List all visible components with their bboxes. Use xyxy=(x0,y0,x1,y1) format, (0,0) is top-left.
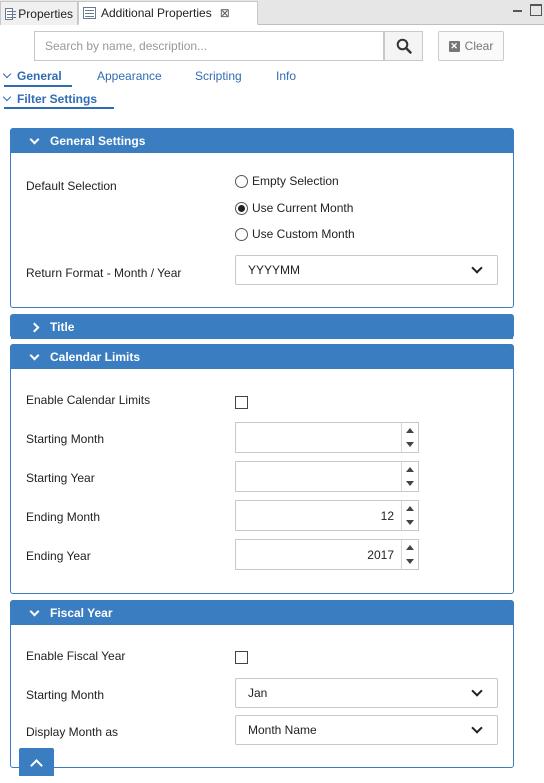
tab-properties-label: Properties xyxy=(18,6,73,21)
subtab-underline xyxy=(4,107,114,109)
tab-general-label: General xyxy=(17,69,62,83)
spin-up-icon[interactable] xyxy=(406,428,414,433)
enable-fiscal-year-checkbox[interactable] xyxy=(235,651,248,664)
general-settings-header[interactable]: General Settings xyxy=(11,129,513,153)
spinner-buttons xyxy=(401,501,418,530)
display-month-select[interactable]: Month Name xyxy=(235,715,498,745)
display-month-label: Display Month as xyxy=(26,725,119,739)
radio-use-custom-month[interactable]: Use Custom Month xyxy=(235,227,355,241)
close-tab-icon[interactable]: ⊠ xyxy=(220,6,230,20)
enable-calendar-limits-label: Enable Calendar Limits xyxy=(26,393,151,407)
tab-additional-properties[interactable]: Additional Properties ⊠ xyxy=(78,1,258,25)
radio-button[interactable] xyxy=(235,174,248,188)
radio-button[interactable] xyxy=(235,227,248,241)
ending-month-label: Ending Month xyxy=(26,510,101,524)
maximize-icon[interactable] xyxy=(530,4,542,16)
enable-fiscal-year-label: Enable Fiscal Year xyxy=(26,649,126,663)
subtab-filter-settings[interactable]: Filter Settings xyxy=(2,92,98,106)
title-panel-title: Title xyxy=(50,320,75,334)
fiscal-year-title: Fiscal Year xyxy=(50,606,113,620)
search-button[interactable] xyxy=(384,31,423,61)
ending-year-value: 2017 xyxy=(367,548,394,562)
ending-year-label: Ending Year xyxy=(26,549,91,563)
fiscal-starting-month-select[interactable]: Jan xyxy=(235,678,498,708)
search-icon xyxy=(396,38,412,54)
radio-empty-selection[interactable]: Empty Selection xyxy=(235,174,339,188)
default-selection-label: Default Selection xyxy=(26,179,117,193)
tab-properties[interactable]: Properties xyxy=(0,1,78,25)
spin-down-icon[interactable] xyxy=(406,559,414,564)
fiscal-year-panel: Fiscal Year Enable Fiscal Year Starting … xyxy=(10,600,514,768)
spinner-buttons xyxy=(401,540,418,569)
calendar-limits-header[interactable]: Calendar Limits xyxy=(11,345,513,369)
view-tab-bar: Properties Additional Properties ⊠ xyxy=(0,0,544,25)
chevron-down-icon xyxy=(471,722,483,734)
ending-year-spinner[interactable]: 2017 xyxy=(235,539,419,570)
radio-label: Use Custom Month xyxy=(252,227,355,241)
radio-label: Empty Selection xyxy=(252,174,339,188)
enable-calendar-limits-checkbox[interactable] xyxy=(235,396,248,409)
tab-appearance[interactable]: Appearance xyxy=(97,69,162,83)
radio-use-current-month[interactable]: Use Current Month xyxy=(235,201,353,215)
radio-label: Use Current Month xyxy=(252,201,354,215)
return-format-label: Return Format - Month / Year xyxy=(26,266,182,280)
subtab-filter-settings-label: Filter Settings xyxy=(17,92,98,106)
chevron-down-icon xyxy=(29,350,40,360)
chevron-down-icon xyxy=(2,92,12,102)
fiscal-starting-month-label: Starting Month xyxy=(26,688,105,702)
ending-month-value: 12 xyxy=(380,509,394,523)
return-format-select[interactable]: YYYYMM xyxy=(235,255,498,285)
chevron-down-icon xyxy=(29,606,40,616)
spin-down-icon[interactable] xyxy=(406,520,414,525)
spin-down-icon[interactable] xyxy=(406,481,414,486)
tab-general-underline xyxy=(4,85,72,87)
clear-label: Clear xyxy=(464,39,494,53)
title-panel: Title xyxy=(10,314,514,339)
tab-info[interactable]: Info xyxy=(276,69,296,83)
spin-up-icon[interactable] xyxy=(406,467,414,472)
spin-down-icon[interactable] xyxy=(406,442,414,447)
chevron-down-icon xyxy=(471,685,483,697)
chevron-right-icon xyxy=(29,322,40,332)
starting-month-spinner[interactable] xyxy=(235,422,419,453)
title-header[interactable]: Title xyxy=(11,315,513,339)
return-format-value: YYYYMM xyxy=(248,263,301,277)
chevron-down-icon xyxy=(2,69,12,79)
properties-view-icon xyxy=(83,7,96,19)
starting-year-label: Starting Year xyxy=(26,471,95,485)
radio-button-selected[interactable] xyxy=(235,201,248,215)
clear-button[interactable]: ✕ Clear xyxy=(438,31,504,61)
fiscal-year-header[interactable]: Fiscal Year xyxy=(11,601,513,625)
search-input[interactable] xyxy=(45,39,373,53)
properties-view-icon xyxy=(5,7,17,20)
chevron-down-icon xyxy=(29,134,40,144)
tab-scripting[interactable]: Scripting xyxy=(195,69,242,83)
tab-additional-properties-label: Additional Properties xyxy=(101,6,212,20)
fiscal-starting-month-value: Jan xyxy=(248,686,268,700)
tab-general[interactable]: General xyxy=(2,69,62,83)
calendar-limits-panel: Calendar Limits Enable Calendar Limits S… xyxy=(10,344,514,594)
search-field xyxy=(34,31,384,61)
starting-month-label: Starting Month xyxy=(26,432,105,446)
display-month-value: Month Name xyxy=(248,723,317,737)
spinner-buttons xyxy=(401,423,418,452)
ending-month-spinner[interactable]: 12 xyxy=(235,500,419,531)
chevron-down-icon xyxy=(471,262,483,274)
minimize-icon[interactable] xyxy=(512,4,524,16)
spinner-buttons xyxy=(401,462,418,491)
scroll-to-top-button[interactable] xyxy=(19,748,54,776)
general-settings-panel: General Settings Default Selection Empty… xyxy=(10,128,514,308)
calendar-limits-title: Calendar Limits xyxy=(50,350,141,364)
spin-up-icon[interactable] xyxy=(406,545,414,550)
general-settings-title: General Settings xyxy=(50,134,146,148)
spin-up-icon[interactable] xyxy=(406,506,414,511)
clear-icon: ✕ xyxy=(448,40,460,52)
starting-year-spinner[interactable] xyxy=(235,461,419,492)
